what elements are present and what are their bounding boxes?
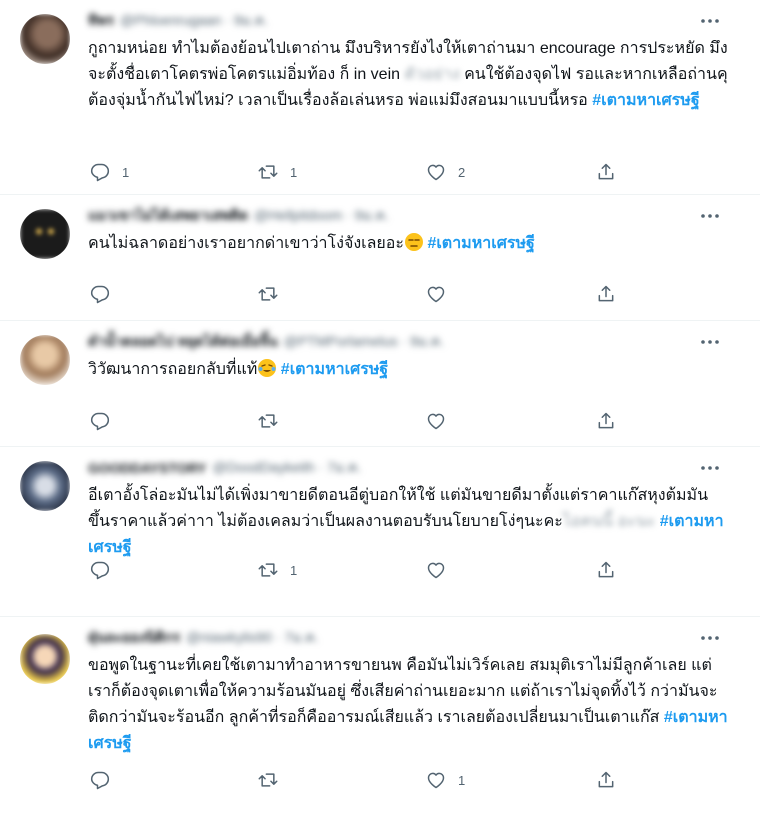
tweet-actions: 1 xyxy=(88,769,628,791)
like-button[interactable] xyxy=(426,559,458,581)
avatar[interactable] xyxy=(20,14,70,64)
like-icon xyxy=(427,164,445,181)
share-button[interactable] xyxy=(596,161,616,183)
hashtag-link[interactable]: #เตามหาเศรษฐี xyxy=(281,361,388,378)
retweet-icon xyxy=(258,414,278,428)
retweet-icon xyxy=(258,165,278,179)
hashtag-link[interactable]: #เตามหาเศรษฐี xyxy=(427,235,534,252)
retweet-button[interactable] xyxy=(258,283,290,305)
avatar[interactable] xyxy=(20,209,70,259)
tweet-text: คนไม่ฉลาดอย่างเราอยากด่าเขาว่าโง่จังเลยอ… xyxy=(88,233,535,252)
share-button[interactable] xyxy=(596,559,616,581)
hashtag-link[interactable]: #เตามหาเศรษฐี xyxy=(592,92,699,109)
reply-button[interactable] xyxy=(90,410,122,432)
reply-button[interactable] xyxy=(90,559,122,581)
retweet-icon xyxy=(258,287,278,301)
tweet-actions xyxy=(88,410,628,432)
tweet[interactable]: ดำน้ำตลอดไป หยุดได้ต่อเมื่อจิ้น @PTMPorl… xyxy=(0,321,760,447)
author-handle[interactable]: @Phloenrugaan · 9ม.ค. xyxy=(120,10,268,32)
share-icon xyxy=(598,285,614,302)
retweet-button[interactable] xyxy=(258,410,290,432)
like-button[interactable] xyxy=(426,283,458,305)
author-name[interactable]: ทิพร xyxy=(88,10,114,32)
timeline: ทิพร @Phloenrugaan · 9ม.ค. กูถามหน่อย ทำ… xyxy=(0,0,760,818)
retweet-icon xyxy=(258,773,278,787)
like-button[interactable]: 1 xyxy=(426,769,465,791)
share-icon xyxy=(598,771,614,788)
share-button[interactable] xyxy=(596,769,616,791)
share-icon xyxy=(598,412,614,429)
avatar[interactable] xyxy=(20,461,70,511)
reply-count: 1 xyxy=(122,164,130,180)
share-icon xyxy=(598,561,614,578)
tweet[interactable]: แมวเขาไม่ได้เสพยาเสพติด @Hellpitdoom · 9… xyxy=(0,195,760,321)
author-handle[interactable]: @PTMPorlamelus · 9ม.ค. xyxy=(284,331,444,353)
reply-icon xyxy=(90,561,110,580)
author-handle[interactable]: @Hellpitdoom · 9ม.ค. xyxy=(254,205,389,227)
tweet-text: วิวัฒนาการถอยกลับที่แท้ #เตามหาเศรษฐี xyxy=(88,359,389,378)
like-button[interactable] xyxy=(426,410,458,432)
crying-laughing-emoji-icon xyxy=(258,359,277,377)
author-name[interactable]: ดำน้ำตลอดไป หยุดได้ต่อเมื่อจิ้น xyxy=(88,331,278,353)
tweet[interactable]: ฝุ่นละอองนิติกร @niawkylis90 · 7ม.ค. ขอพ… xyxy=(0,617,760,818)
more-icon[interactable] xyxy=(700,631,720,645)
share-button[interactable] xyxy=(596,410,616,432)
more-icon[interactable] xyxy=(700,335,720,349)
more-icon[interactable] xyxy=(700,14,720,28)
avatar[interactable] xyxy=(20,634,70,684)
retweet-button[interactable]: 1 xyxy=(258,161,297,183)
tweet[interactable]: GOODDAYSTORY @DoodDaykeith · 7ม.ค. อีเตา… xyxy=(0,447,760,617)
tweet[interactable]: ทิพร @Phloenrugaan · 9ม.ค. กูถามหน่อย ทำ… xyxy=(0,0,760,195)
tweet-text: ขอพูดในฐานะที่เคยใช้เตามาทำอาหารขายนพ คื… xyxy=(88,657,728,752)
reply-button[interactable] xyxy=(90,283,122,305)
like-button[interactable]: 2 xyxy=(426,161,465,183)
like-icon xyxy=(427,562,445,579)
like-icon xyxy=(427,772,445,789)
author-name[interactable]: ฝุ่นละอองนิติกร xyxy=(88,627,180,649)
author-name[interactable]: GOODDAYSTORY xyxy=(88,460,207,476)
reply-icon xyxy=(90,163,110,182)
more-icon[interactable] xyxy=(700,461,720,475)
tweet-actions: 1 xyxy=(88,559,628,581)
tweet-text: กูถามหน่อย ทำไมต้องย้อนไปเตาถ่าน มึงบริห… xyxy=(88,40,733,109)
more-icon[interactable] xyxy=(700,209,720,223)
retweet-button[interactable]: 1 xyxy=(258,559,297,581)
author-handle[interactable]: @DoodDaykeith · 7ม.ค. xyxy=(213,457,362,479)
like-count: 2 xyxy=(458,164,466,180)
retweet-button[interactable] xyxy=(258,769,290,791)
share-button[interactable] xyxy=(596,283,616,305)
reply-icon xyxy=(90,285,110,304)
like-icon xyxy=(427,286,445,303)
tweet-text: อีเตาอั้งโล่อะมันไม่ได้เพิ่งมาขายดีตอนอี… xyxy=(88,487,724,556)
retweet-icon xyxy=(258,563,278,577)
censored-text: ไอคนนี้ อะนะ xyxy=(562,513,656,530)
tweet-actions xyxy=(88,283,628,305)
reply-button[interactable] xyxy=(90,769,122,791)
retweet-count: 1 xyxy=(290,164,298,180)
retweet-count: 1 xyxy=(290,562,298,578)
reply-icon xyxy=(90,771,110,790)
share-icon xyxy=(598,163,614,180)
unamused-face-emoji-icon xyxy=(404,233,423,251)
tweet-actions: 1 1 2 xyxy=(88,161,628,183)
author-name[interactable]: แมวเขาไม่ได้เสพยาเสพติด xyxy=(88,205,248,227)
censored-text: ตัวอย่าง xyxy=(404,66,460,83)
reply-button[interactable]: 1 xyxy=(90,161,129,183)
avatar[interactable] xyxy=(20,335,70,385)
author-handle[interactable]: @niawkylis90 · 7ม.ค. xyxy=(186,627,318,649)
like-count: 1 xyxy=(458,772,466,788)
reply-icon xyxy=(90,412,110,431)
like-icon xyxy=(427,413,445,430)
